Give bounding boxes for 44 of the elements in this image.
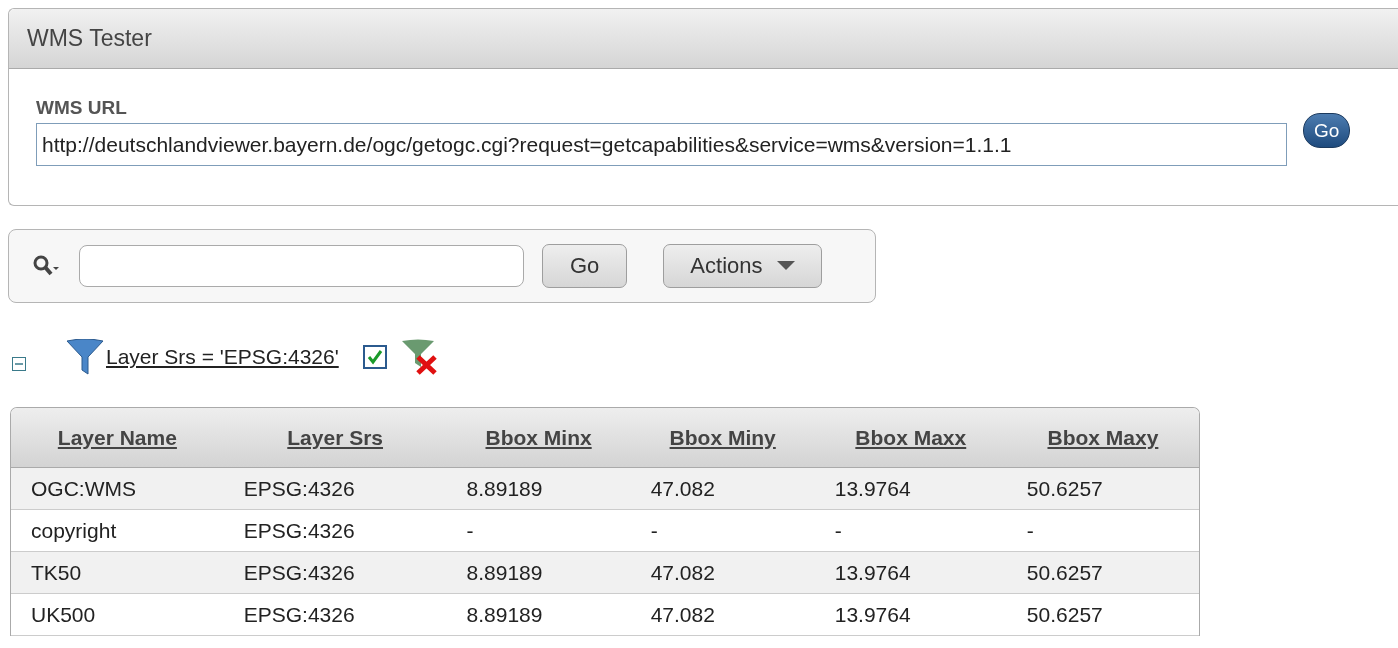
table-cell: EPSG:4326 <box>223 551 447 594</box>
table-cell: UK500 <box>11 593 224 636</box>
table-cell: 47.082 <box>630 551 815 594</box>
search-icon[interactable] <box>33 255 61 277</box>
column-header[interactable]: Bbox Miny <box>630 408 815 468</box>
table-cell: 8.89189 <box>446 467 631 510</box>
table-cell: 13.9764 <box>814 551 1007 594</box>
url-field[interactable]: http://deutschlandviewer.bayern.de/ogc/getogc.cgi?request=getcapabilities&service=wms&version=1.1.1 <box>36 123 1287 166</box>
table-cell: copyright <box>11 509 224 552</box>
table-cell: - <box>814 509 1007 552</box>
table-cell: TK50 <box>11 551 224 594</box>
table-cell: 50.6257 <box>1006 551 1199 594</box>
table-cell: OGC:WMS <box>11 467 224 510</box>
table-cell: 47.082 <box>630 593 815 636</box>
table-cell: 47.082 <box>630 467 815 510</box>
table-cell: 8.89189 <box>446 551 631 594</box>
search-field[interactable] <box>79 245 524 287</box>
column-header[interactable]: Bbox Minx <box>446 408 631 468</box>
table-cell: - <box>446 509 631 552</box>
go-button[interactable]: Go <box>542 244 628 288</box>
table-cell: EPSG:4326 <box>223 467 447 510</box>
filter-link[interactable]: Layer Srs = 'EPSG:4326' <box>106 345 339 369</box>
column-header[interactable]: Layer Name <box>11 408 224 468</box>
table-cell: EPSG:4326 <box>223 593 447 636</box>
table-cell: 50.6257 <box>1006 593 1199 636</box>
caret-icon <box>776 261 795 271</box>
field-label: WMS URL <box>36 97 128 119</box>
table-cell: - <box>1006 509 1199 552</box>
table-cell: 13.9764 <box>814 467 1007 510</box>
table-cell: 13.9764 <box>814 593 1007 636</box>
table-cell: EPSG:4326 <box>223 509 447 552</box>
table-cell: 8.89189 <box>446 593 631 636</box>
table-cell: 50.6257 <box>1006 467 1199 510</box>
go-button[interactable]: Go <box>1303 113 1351 148</box>
checkbox[interactable] <box>362 345 387 369</box>
table-cell: - <box>630 509 815 552</box>
column-header[interactable]: Bbox Maxx <box>814 408 1007 468</box>
region-title: WMS Tester <box>27 25 152 52</box>
column-header[interactable]: Layer Srs <box>223 408 447 468</box>
actions-button[interactable]: Actions <box>663 244 822 288</box>
remove-filter-icon[interactable] <box>400 339 439 375</box>
funnel-icon <box>66 339 104 375</box>
collapse-icon[interactable] <box>12 357 26 371</box>
column-header[interactable]: Bbox Maxy <box>1006 408 1199 468</box>
